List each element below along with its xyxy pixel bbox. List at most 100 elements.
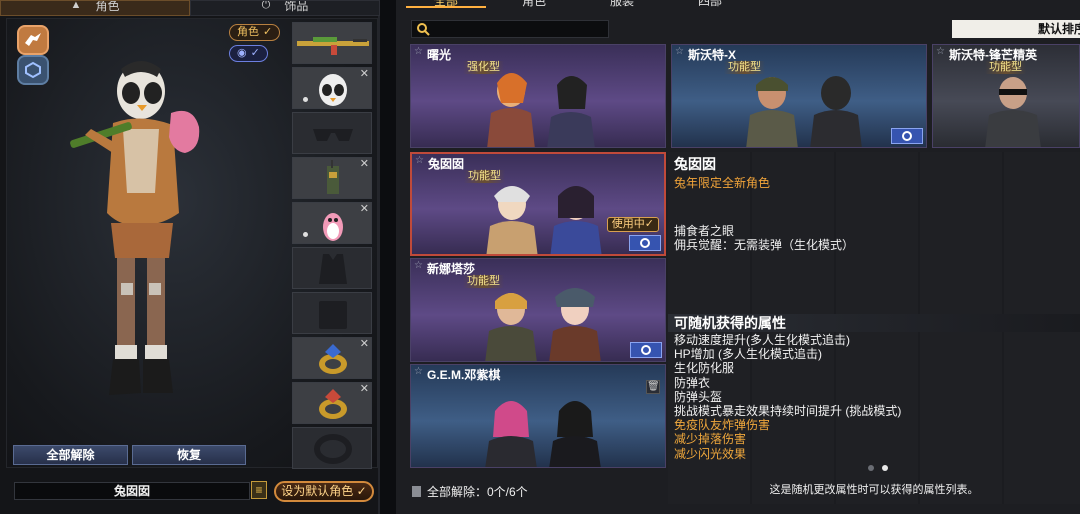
power-icon: ⏻ <box>261 0 271 11</box>
unequip-all-button[interactable]: 全部解除 <box>13 445 128 465</box>
page-indicator <box>868 465 888 471</box>
character-card-tunannan[interactable]: ☆ 兔囡囡 功能型 使用中✓ <box>410 152 666 256</box>
character-detail-panel: 兔囡囡 兔年限定全新角色 捕食者之眼 佣兵觉醒：无需装弹（生化模式） 可随机获得… <box>668 152 1080 504</box>
tab-all[interactable]: 全部 <box>406 0 486 8</box>
character-card-swat-x[interactable]: ☆ 斯沃特-X 功能型 <box>671 44 927 148</box>
check-icon: ✓ <box>263 26 273 38</box>
customize-button[interactable] <box>891 128 923 144</box>
attribute-item: 免疫队友炸弹伤害 <box>674 418 771 433</box>
check-icon: ✓ <box>356 484 367 498</box>
character-card-gem[interactable]: ☆ G.E.M.邓紫棋 🗑 <box>410 364 666 468</box>
restore-button[interactable]: 恢复 <box>132 445 246 465</box>
remove-item-icon[interactable]: ✕ <box>360 158 369 170</box>
customize-button[interactable] <box>629 235 661 251</box>
list-icon[interactable]: ≡ <box>251 481 267 499</box>
sort-dropdown[interactable]: 默认排序 <box>952 20 1080 38</box>
slot-ring[interactable]: ✕ <box>292 337 372 379</box>
card-title: G.E.M.邓紫棋 <box>427 368 501 382</box>
eye-icon: ◉ <box>237 47 247 59</box>
favorite-icon[interactable]: ☆ <box>414 261 424 271</box>
card-title: 曙光 <box>427 48 452 62</box>
tab-character[interactable]: ▲ 角色 <box>0 0 190 16</box>
equipment-panel: ▲ 角色 ⏻ 饰品 角色 ✓ ◉ ✓ 全部解除 恢复 ✕ ✕ ✕ ✕ ✕ 兔囡囡… <box>0 0 380 514</box>
delete-icon[interactable]: 🗑 <box>646 380 660 394</box>
slot-weapon[interactable] <box>292 22 372 64</box>
slot-glasses[interactable] <box>292 112 372 154</box>
attribute-item: 移动速度提升(多人生化模式追击) <box>674 333 850 347</box>
attribute-item: 防弹衣 <box>674 375 711 390</box>
character-card-shuguang[interactable]: ☆ 曙光 强化型 <box>410 44 666 148</box>
in-use-badge: 使用中✓ <box>606 217 659 232</box>
character-portrait <box>746 76 862 147</box>
view-mode-icon <box>25 61 41 79</box>
detail-subtitle: 兔年限定全新角色 <box>674 176 771 190</box>
slot-ring-2[interactable]: ✕ <box>292 382 372 424</box>
slot-backpack[interactable] <box>292 292 372 334</box>
set-default-label: 设为默认角色 <box>281 484 354 498</box>
tab-roles[interactable]: 角色 <box>494 0 574 8</box>
attributes-header: 可随机获得的属性 <box>668 314 1080 332</box>
zombie-mode-icon <box>25 33 41 46</box>
bookmark-icon <box>412 486 421 497</box>
set-default-button[interactable]: 设为默认角色 ✓ <box>274 481 374 502</box>
bracelet-icon <box>314 434 352 464</box>
customize-button[interactable] <box>630 342 662 358</box>
character-portrait <box>486 186 602 254</box>
favorite-icon[interactable]: ☆ <box>414 367 424 377</box>
slot-pet[interactable]: ✕ <box>292 202 372 244</box>
character-portrait <box>985 77 1041 147</box>
search-icon <box>417 23 430 36</box>
role-toggle-label: 角色 <box>237 26 259 38</box>
category-tabs: 全部 角色 服装 四部 <box>406 0 776 8</box>
role-toggle[interactable]: 角色 ✓ <box>229 24 281 41</box>
slot-indicator <box>303 97 308 102</box>
left-tab-bar: ▲ 角色 ⏻ 饰品 <box>0 0 380 16</box>
card-title: 兔囡囡 <box>428 157 465 171</box>
tab-accessories-label: 饰品 <box>284 0 309 13</box>
attributes-list: 移动速度提升(多人生化模式追击) HP增加 (多人生化模式追击) 生化防化服 防… <box>674 333 1074 461</box>
detail-title: 兔囡囡 <box>674 156 716 172</box>
search-input[interactable] <box>411 20 609 38</box>
attribute-item: 生化防化服 <box>674 361 735 376</box>
sunglasses-icon <box>313 129 353 141</box>
gear-icon <box>641 345 651 355</box>
gear-icon <box>902 131 912 141</box>
character-card-natasha[interactable]: ☆ 新娜塔莎 功能型 <box>410 258 666 362</box>
tab-character-label: 角色 <box>95 0 120 13</box>
favorite-icon[interactable]: ☆ <box>936 47 946 57</box>
remove-all-label: 全部解除：0个/6个 <box>427 485 528 499</box>
remove-item-icon[interactable]: ✕ <box>360 338 369 350</box>
remove-all-status: 全部解除：0个/6个 <box>412 483 528 500</box>
favorite-icon[interactable]: ☆ <box>414 47 424 57</box>
attribute-item: 减少掉落伤害 <box>674 432 747 447</box>
character-portrait <box>485 288 601 361</box>
favorite-icon[interactable]: ☆ <box>415 156 425 166</box>
remove-item-icon[interactable]: ✕ <box>360 68 369 80</box>
attribute-item: HP增加 (多人生化模式追击) <box>674 347 822 362</box>
slot-accessory[interactable]: ✕ <box>292 157 372 199</box>
character-portrait <box>487 73 595 147</box>
remove-item-icon[interactable]: ✕ <box>360 383 369 395</box>
remove-item-icon[interactable]: ✕ <box>360 203 369 215</box>
tab-other[interactable]: 四部 <box>670 0 750 8</box>
favorite-icon[interactable]: ☆ <box>675 47 685 57</box>
attribute-item: 防弹头盔 <box>674 389 723 404</box>
page-dot[interactable] <box>868 465 874 471</box>
attributes-footnote: 这是随机更改属性时可以获得的属性列表。 <box>769 484 979 496</box>
equipment-slots: ✕ ✕ ✕ ✕ ✕ <box>292 22 373 472</box>
character-browser: 全部 角色 服装 四部 默认排序 ☆ 曙光 强化型 ☆ 斯沃特-X 功能型 ☆ … <box>396 0 1080 514</box>
visibility-toggle[interactable]: ◉ ✓ <box>229 45 268 62</box>
slot-bracelet[interactable] <box>292 427 372 469</box>
page-dot-active[interactable] <box>882 465 888 471</box>
view-mode-button[interactable] <box>17 55 49 85</box>
tab-costumes[interactable]: 服装 <box>582 0 662 8</box>
character-card-swat-elite[interactable]: ☆ 斯沃特-锋芒精英 功能型 <box>932 44 1080 148</box>
tab-accessories[interactable]: ⏻ 饰品 <box>190 0 380 16</box>
backpack-icon <box>319 301 347 329</box>
skill-item: 佣兵觉醒：无需装弹（生化模式） <box>674 238 855 252</box>
character-portrait <box>485 401 601 467</box>
attribute-item: 挑战模式暴走效果持续时间提升 (挑战模式) <box>674 404 902 419</box>
slot-vest[interactable] <box>292 247 372 289</box>
zombie-mode-button[interactable] <box>17 25 49 55</box>
slot-head[interactable]: ✕ <box>292 67 372 109</box>
